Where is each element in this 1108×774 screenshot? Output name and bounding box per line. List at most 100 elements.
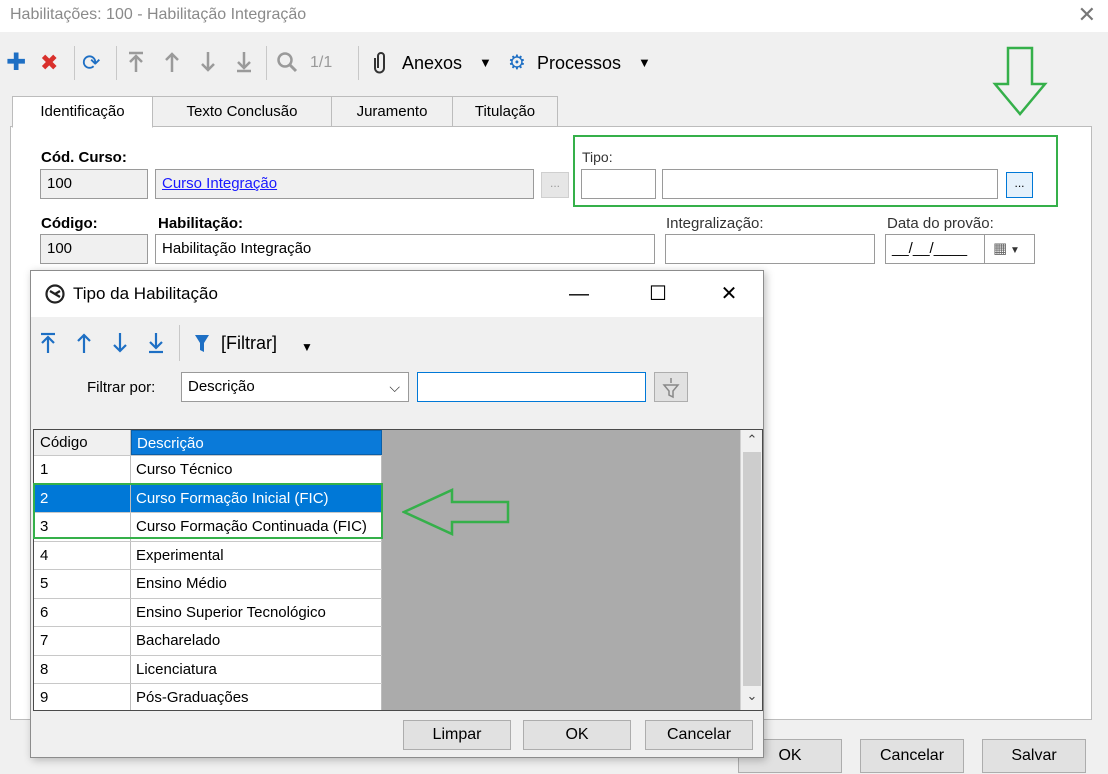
- cell-descricao: Pós-Graduações: [131, 684, 382, 710]
- table-row[interactable]: 7 Bacharelado: [34, 627, 382, 656]
- data-provao-field[interactable]: __/__/____: [885, 234, 985, 264]
- tipo-grid: Código Descrição 1 Curso Técnico 2 Curso Fo…: [33, 429, 763, 711]
- codigo-label: Código:: [41, 215, 98, 232]
- cancelar-button[interactable]: Cancelar: [860, 739, 964, 773]
- curso-link[interactable]: Curso Integração: [162, 175, 277, 192]
- dialog-cancelar-button[interactable]: Cancelar: [645, 720, 753, 750]
- maximize-icon[interactable]: ☐: [638, 279, 678, 309]
- tab-identificacao[interactable]: Identificação: [12, 96, 153, 128]
- filter-icon[interactable]: [193, 331, 211, 362]
- chevron-down-icon[interactable]: ▼: [479, 50, 492, 76]
- chevron-down-icon: ⌵: [389, 379, 400, 395]
- cell-descricao: Bacharelado: [131, 627, 382, 655]
- previous-record-icon[interactable]: [75, 331, 93, 362]
- gear-icon[interactable]: ⚙: [508, 50, 526, 76]
- last-record-icon[interactable]: [234, 50, 254, 76]
- cell-codigo: 1: [34, 456, 131, 484]
- codigo-field[interactable]: 100: [40, 234, 148, 264]
- toolbar-separator: [116, 46, 117, 80]
- cell-descricao: Licenciatura: [131, 655, 382, 683]
- next-record-icon[interactable]: [198, 50, 218, 76]
- processos-menu[interactable]: Processos: [537, 50, 621, 76]
- curso-name-field: Curso Integração: [155, 169, 534, 199]
- toolbar-separator: [74, 46, 75, 80]
- cell-descricao: Experimental: [131, 541, 382, 569]
- filter-value-input[interactable]: [417, 372, 646, 402]
- integralizacao-label: Integralização:: [666, 215, 764, 232]
- habilitacao-field[interactable]: Habilitação Integração: [155, 234, 655, 264]
- refresh-icon[interactable]: ⟳: [82, 50, 100, 76]
- column-header-codigo[interactable]: Código: [34, 430, 131, 455]
- cell-descricao: Ensino Médio: [131, 570, 382, 598]
- toolbar: ✚ ✖ ⟳ 1/1 Anexos ▼ ⚙ Processos ▼: [0, 40, 1108, 86]
- minimize-icon[interactable]: —: [559, 279, 599, 309]
- cell-descricao: Ensino Superior Tecnológico: [131, 598, 382, 626]
- arrow-left-annotation-icon: [400, 488, 512, 540]
- table-row[interactable]: 4 Experimental: [34, 541, 382, 570]
- anexos-menu[interactable]: Anexos: [402, 50, 462, 76]
- scroll-up-icon[interactable]: ⌃: [741, 432, 762, 448]
- chevron-down-icon: ▼: [1007, 245, 1020, 256]
- limpar-button[interactable]: Limpar: [403, 720, 511, 750]
- calendar-dropdown[interactable]: ▦ ▼: [984, 234, 1035, 264]
- tab-juramento[interactable]: Juramento: [331, 96, 453, 127]
- table-row[interactable]: 9 Pós-Graduações: [34, 684, 382, 710]
- filter-field-select[interactable]: Descrição ⌵: [181, 372, 409, 402]
- dialog-title: Tipo da Habilitação: [73, 284, 218, 303]
- cell-codigo: 5: [34, 570, 131, 598]
- window-title: Habilitações: 100 - Habilitação Integraç…: [10, 6, 307, 23]
- table-row[interactable]: 6 Ensino Superior Tecnológico: [34, 598, 382, 627]
- apply-filter-button[interactable]: [654, 372, 688, 402]
- habilitacao-label: Habilitação:: [158, 215, 244, 232]
- vertical-scrollbar[interactable]: ⌃ ⌄: [740, 430, 762, 710]
- toolbar-separator: [358, 46, 359, 80]
- tab-texto-conclusao[interactable]: Texto Conclusão: [152, 96, 332, 127]
- add-icon[interactable]: ✚: [6, 50, 26, 76]
- previous-record-icon[interactable]: [162, 50, 182, 76]
- arrow-down-annotation-icon: [992, 46, 1048, 122]
- dialog-ok-button[interactable]: OK: [523, 720, 631, 750]
- search-icon[interactable]: [276, 50, 298, 76]
- cell-codigo: 7: [34, 627, 131, 655]
- calendar-icon: ▦: [993, 240, 1008, 257]
- chevron-down-icon[interactable]: ▼: [301, 335, 313, 359]
- page-indicator: 1/1: [310, 54, 333, 71]
- paperclip-icon[interactable]: [374, 50, 388, 76]
- salvar-button[interactable]: Salvar: [982, 739, 1086, 773]
- cell-codigo: 6: [34, 598, 131, 626]
- filter-icon: [662, 378, 680, 403]
- tab-titulacao[interactable]: Titulação: [452, 96, 558, 127]
- scroll-down-icon[interactable]: ⌄: [741, 688, 762, 704]
- first-record-icon[interactable]: [39, 331, 57, 362]
- last-record-icon[interactable]: [147, 331, 165, 362]
- filter-field-value: Descrição: [188, 378, 255, 395]
- table-row[interactable]: 8 Licenciatura: [34, 655, 382, 684]
- close-icon[interactable]: ✕: [1078, 2, 1096, 28]
- next-record-icon[interactable]: [111, 331, 129, 362]
- table-row[interactable]: 1 Curso Técnico: [34, 456, 382, 485]
- window-title-bar: Habilitações: 100 - Habilitação Integraç…: [0, 0, 1108, 32]
- integralizacao-field[interactable]: [665, 234, 875, 264]
- cod-curso-field[interactable]: 100: [40, 169, 148, 199]
- cell-codigo: 9: [34, 684, 131, 710]
- delete-icon[interactable]: ✖: [40, 50, 58, 76]
- toolbar-separator: [266, 46, 267, 80]
- cell-descricao: Curso Técnico: [131, 456, 382, 484]
- cod-curso-label: Cód. Curso:: [41, 149, 127, 166]
- data-provao-label: Data do provão:: [887, 215, 994, 232]
- toolbar-separator: [179, 325, 180, 361]
- scrollbar-thumb[interactable]: [743, 452, 761, 686]
- cell-codigo: 4: [34, 541, 131, 569]
- column-header-descricao[interactable]: Descrição: [131, 430, 382, 455]
- highlight-box-rows: [33, 483, 383, 539]
- table-row[interactable]: 5 Ensino Médio: [34, 570, 382, 599]
- cell-codigo: 8: [34, 655, 131, 683]
- chevron-down-icon[interactable]: ▼: [638, 50, 651, 76]
- highlight-box-tipo: [573, 135, 1058, 207]
- filter-by-label: Filtrar por:: [87, 379, 156, 396]
- filter-menu[interactable]: [Filtrar]: [221, 331, 277, 355]
- curso-lookup-button[interactable]: ...: [541, 172, 569, 198]
- first-record-icon[interactable]: [126, 50, 146, 76]
- app-logo-icon: [45, 284, 65, 308]
- close-icon[interactable]: ✕: [709, 279, 749, 309]
